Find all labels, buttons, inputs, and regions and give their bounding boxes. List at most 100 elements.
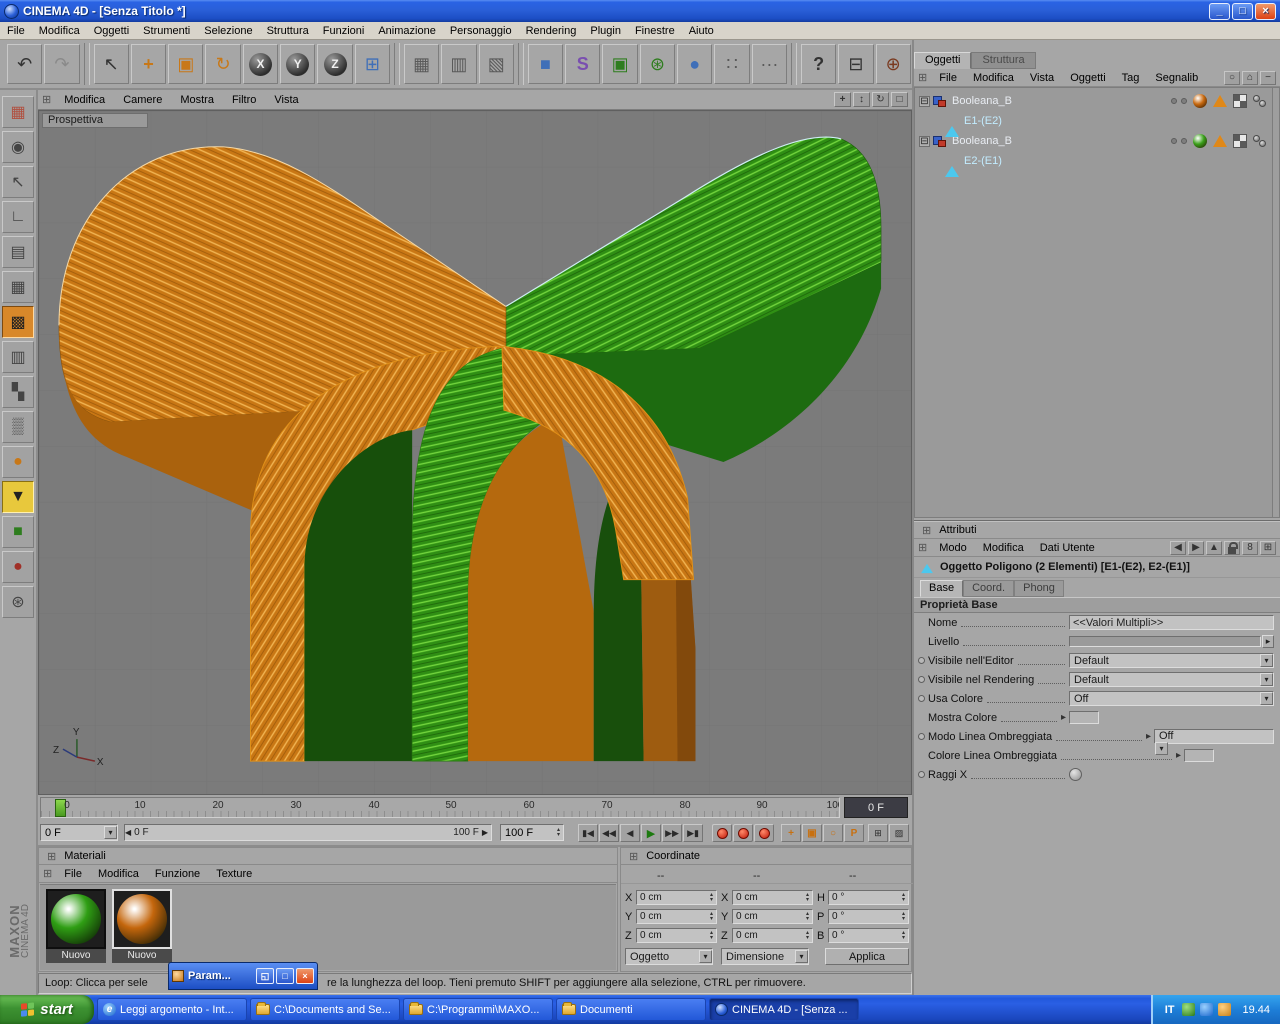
expander-icon[interactable]: ⊟	[919, 95, 930, 107]
current-frame-combo[interactable]: 0 F ▾	[40, 824, 118, 841]
lock-button[interactable]	[1224, 540, 1240, 555]
menu-plugin[interactable]: Plugin	[583, 25, 628, 37]
snap-tool-button[interactable]: ▼	[2, 481, 34, 513]
om-menu-vista[interactable]: Vista	[1022, 72, 1062, 84]
menu-personaggio[interactable]: Personaggio	[443, 25, 519, 37]
add-deformer-button[interactable]: ⊛	[639, 44, 676, 84]
new-panel-button[interactable]: ⊞	[1260, 540, 1276, 555]
texture-tag-icon[interactable]	[1233, 94, 1247, 108]
rotation-h-field[interactable]: 0 ° ▴ ▾	[828, 890, 909, 905]
render-editor-button[interactable]: ▧	[478, 44, 514, 84]
home-button[interactable]: ⌂	[1242, 70, 1258, 85]
orbit-view-button[interactable]: ↻	[872, 92, 889, 107]
texture-tag-icon[interactable]	[1233, 134, 1247, 148]
view-panel-button[interactable]: ◉	[2, 131, 34, 163]
model-mode-button[interactable]: ▤	[2, 236, 34, 268]
expander-icon[interactable]: ⊟	[919, 135, 930, 147]
menu-struttura[interactable]: Struttura	[260, 25, 316, 37]
toggle-view-button[interactable]: □	[891, 92, 908, 107]
motion-mode-button[interactable]: ▨	[889, 824, 909, 842]
dropdown-arrow-icon[interactable]: ▾	[795, 950, 808, 963]
rotation-b-field[interactable]: 0 ° ▴ ▾	[828, 928, 909, 943]
mat-menu-funzione[interactable]: Funzione	[147, 868, 208, 880]
window-titlebar[interactable]: CINEMA 4D - [Senza Titolo *] _ □ ×	[0, 0, 1280, 22]
render-settings-button[interactable]: ▥	[441, 44, 477, 84]
close-button[interactable]: ×	[1255, 2, 1276, 20]
om-menu-segnalib[interactable]: Segnalib	[1147, 72, 1206, 84]
material-tag-icon[interactable]	[1193, 94, 1207, 108]
expand-arrow-icon[interactable]: ▸	[1061, 712, 1066, 723]
raggi-x-checkbox[interactable]	[1069, 768, 1082, 781]
dropdown-arrow-icon[interactable]: ▾	[104, 826, 117, 839]
texture-axis-button[interactable]: ▒	[2, 411, 34, 443]
material-thumbnail[interactable]	[112, 889, 172, 949]
animatable-dot[interactable]	[918, 695, 925, 702]
menu-finestre[interactable]: Finestre	[628, 25, 682, 37]
param-close-button[interactable]: ×	[296, 968, 314, 984]
record-parameter-button[interactable]: P	[844, 824, 864, 842]
add-primitive-button[interactable]: ■	[527, 44, 564, 84]
move-tool-button[interactable]: +	[130, 44, 167, 84]
mat-menu-file[interactable]: File	[56, 868, 90, 880]
tab-struttura[interactable]: Struttura	[971, 52, 1036, 69]
edges-mode-button[interactable]: ▥	[2, 341, 34, 373]
material-thumbnail[interactable]	[46, 889, 106, 949]
modeling-cube-button[interactable]: ■	[2, 516, 34, 548]
content-browser-button[interactable]: ⊕	[875, 44, 911, 84]
modo-linea-dropdown[interactable]: Off ▾	[1154, 729, 1274, 755]
rotation-p-field[interactable]: 0 ° ▴ ▾	[828, 909, 909, 924]
taskbar-item-cinema4d[interactable]: CINEMA 4D - [Senza ...	[709, 998, 859, 1021]
range-slider[interactable]: ◀ 0 F 100 F ▶	[124, 824, 492, 841]
material-tag-icon[interactable]	[1193, 134, 1207, 148]
lock-x-button[interactable]: X	[242, 44, 279, 84]
add-spline-button[interactable]: S	[565, 44, 601, 84]
sticky-button[interactable]: 8	[1242, 540, 1258, 555]
menu-rendering[interactable]: Rendering	[519, 25, 584, 37]
history-back-button[interactable]: ◀	[1170, 540, 1186, 555]
lock-z-button[interactable]: Z	[317, 44, 353, 84]
livello-slider[interactable]	[1069, 636, 1261, 647]
menu-oggetti[interactable]: Oggetti	[87, 25, 136, 37]
size-y-field[interactable]: 0 cm ▴ ▾	[732, 909, 813, 924]
attr-menu-dati-utente[interactable]: Dati Utente	[1032, 542, 1103, 554]
live-selection-button[interactable]: ↖	[93, 44, 129, 84]
tree-row-e2[interactable]: E2-(E1)	[915, 151, 1273, 177]
search-button[interactable]: ○	[1224, 70, 1240, 85]
position-y-field[interactable]: 0 cm ▴ ▾	[636, 909, 717, 924]
add-modeling-button[interactable]: ▣	[602, 44, 638, 84]
pan-view-button[interactable]: +	[834, 92, 851, 107]
om-menu-file[interactable]: File	[931, 72, 965, 84]
go-to-start-button[interactable]: ▮◀	[578, 824, 598, 842]
maximize-button[interactable]: □	[1232, 2, 1253, 20]
tab-oggetti[interactable]: Oggetti	[914, 52, 972, 69]
param-maximize-button[interactable]: □	[276, 968, 294, 984]
language-indicator[interactable]: IT	[1165, 1004, 1175, 1016]
material-item-green[interactable]: Nuovo	[46, 889, 106, 963]
attr-menu-modifica[interactable]: Modifica	[975, 542, 1032, 554]
render-region-button[interactable]: ●	[2, 551, 34, 583]
colore-linea-swatch[interactable]	[1184, 749, 1214, 762]
rotate-tool-button[interactable]: ↻	[205, 44, 241, 84]
position-z-field[interactable]: 0 cm ▴ ▾	[636, 928, 717, 943]
dropdown-arrow-icon[interactable]: ▾	[1260, 654, 1273, 667]
vp-menu-modifica[interactable]: Modifica	[55, 94, 114, 106]
viewport-canvas[interactable]: Z Y X	[38, 110, 912, 795]
taskbar-item-documenti[interactable]: Documenti	[556, 998, 706, 1021]
record-rotation-button[interactable]: ○	[823, 824, 843, 842]
applica-button[interactable]: Applica	[825, 948, 909, 965]
material-name[interactable]: Nuovo	[46, 949, 106, 963]
previous-frame-button[interactable]: ◀	[620, 824, 640, 842]
dropdown-arrow-icon[interactable]: ▾	[1260, 673, 1273, 686]
size-x-field[interactable]: 0 cm ▴ ▾	[732, 890, 813, 905]
polygons-mode-button[interactable]: ▩	[2, 306, 34, 338]
spinner-down-icon[interactable]: ▾	[557, 832, 560, 838]
scale-tool-button[interactable]: ▣	[168, 44, 204, 84]
layout-palette-button[interactable]: ▦	[2, 96, 34, 128]
mat-menu-modifica[interactable]: Modifica	[90, 868, 147, 880]
om-menu-oggetti[interactable]: Oggetti	[1062, 72, 1113, 84]
mode-object-dropdown[interactable]: Oggetto ▾	[625, 948, 713, 965]
add-environment-button[interactable]: ●	[677, 44, 713, 84]
mat-menu-texture[interactable]: Texture	[208, 868, 260, 880]
vp-menu-filtro[interactable]: Filtro	[223, 94, 265, 106]
history-forward-button[interactable]: ▶	[1188, 540, 1204, 555]
